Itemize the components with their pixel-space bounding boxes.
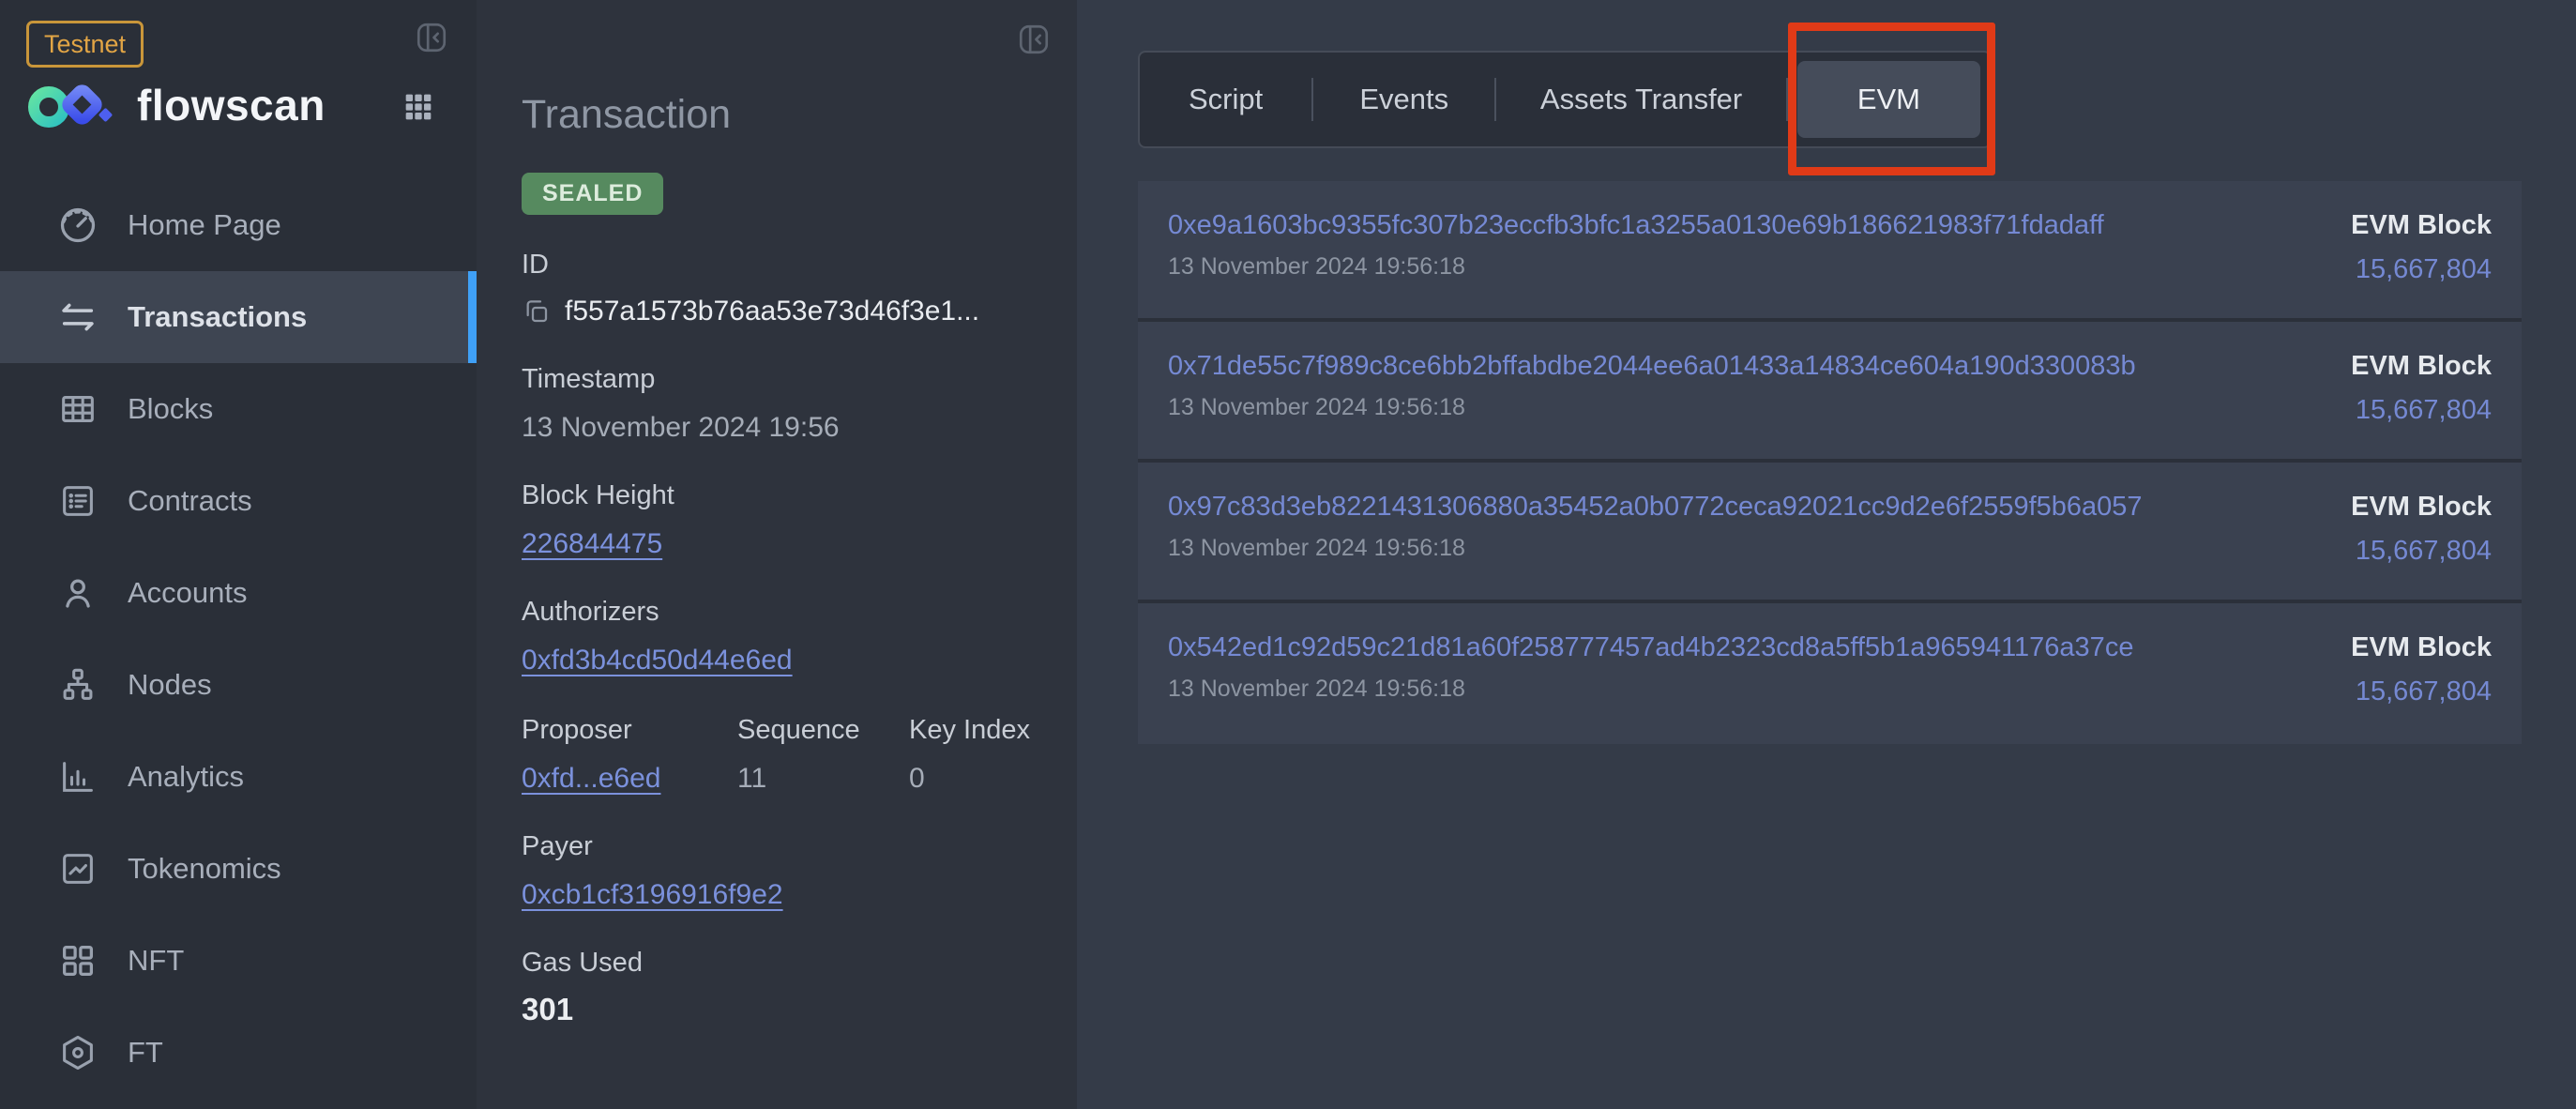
evm-transaction-row[interactable]: 0x97c83d3eb8221431306880a35452a0b0772cec… (1138, 463, 2522, 603)
transfer-arrows-icon (56, 296, 99, 339)
timestamp-value: 13 November 2024 19:56 (522, 410, 1032, 446)
hierarchy-icon (56, 663, 99, 706)
tab-bar: Script Events Assets Transfer EVM (1138, 51, 1992, 148)
sidebar: Testnet flowscan (0, 0, 477, 1109)
sidebar-item-label: NFT (128, 944, 184, 978)
sidebar-item-label: FT (128, 1036, 163, 1070)
sidebar-item-contracts[interactable]: Contracts (0, 455, 477, 547)
sidebar-item-label: Home Page (128, 208, 281, 242)
sidebar-item-transactions[interactable]: Transactions (0, 271, 477, 363)
evm-transaction-hash-link[interactable]: 0x97c83d3eb8221431306880a35452a0b0772cec… (1168, 491, 2143, 523)
evm-block-number-link[interactable]: 15,667,804 (2351, 536, 2492, 567)
network-badge: Testnet (26, 21, 144, 68)
sidebar-item-accounts[interactable]: Accounts (0, 547, 477, 639)
authorizers-label: Authorizers (522, 596, 1032, 628)
copy-icon[interactable] (522, 296, 552, 327)
brand[interactable]: flowscan (26, 75, 326, 135)
sidebar-item-ft[interactable]: FT (0, 1007, 477, 1099)
tab-script[interactable]: Script (1140, 53, 1311, 146)
sidebar-item-label: Analytics (128, 760, 244, 794)
trend-chart-icon (56, 847, 99, 890)
panel-collapse-button[interactable] (1015, 21, 1053, 58)
status-badge: SEALED (522, 173, 663, 215)
evm-transaction-timestamp: 13 November 2024 19:56:18 (1168, 394, 2136, 421)
evm-block-number-link[interactable]: 15,667,804 (2351, 676, 2492, 707)
evm-transaction-hash-link[interactable]: 0x71de55c7f989c8ce6bb2bffabdbe2044ee6a01… (1168, 350, 2136, 382)
panel-collapse-icon (413, 19, 450, 56)
tab-evm[interactable]: EVM (1797, 61, 1980, 138)
proposer-address-link[interactable]: 0xfd...e6ed (522, 763, 660, 794)
tab-assets-transfer[interactable]: Assets Transfer (1496, 53, 1786, 146)
evm-block-label: EVM Block (2351, 209, 2492, 241)
evm-transaction-hash-link[interactable]: 0x542ed1c92d59c21d81a60f258777457ad4b232… (1168, 631, 2133, 663)
evm-row-list: 0xe9a1603bc9355fc307b23eccfb3bfc1a3255a0… (1138, 181, 2522, 744)
tab-divider (1786, 78, 1788, 121)
evm-transaction-row[interactable]: 0xe9a1603bc9355fc307b23eccfb3bfc1a3255a0… (1138, 181, 2522, 322)
evm-transaction-timestamp: 13 November 2024 19:56:18 (1168, 676, 2133, 703)
sidebar-item-blocks[interactable]: Blocks (0, 363, 477, 455)
bar-chart-icon (56, 755, 99, 798)
page-title: Transaction (522, 92, 1032, 138)
key-index-label: Key Index (909, 714, 1030, 746)
sidebar-item-nodes[interactable]: Nodes (0, 639, 477, 731)
evm-block-label: EVM Block (2351, 631, 2492, 663)
sidebar-item-analytics[interactable]: Analytics (0, 731, 477, 823)
main-content: Script Events Assets Transfer EVM 0xe9a1… (1077, 0, 2576, 1109)
payer-address-link[interactable]: 0xcb1cf3196916f9e2 (522, 879, 783, 910)
sidebar-nav: Home Page Transactions (0, 179, 477, 1099)
payer-label: Payer (522, 830, 1032, 862)
grid-table-icon (56, 387, 99, 431)
sidebar-collapse-button[interactable] (413, 19, 450, 56)
gauge-icon (56, 204, 99, 247)
gas-used-label: Gas Used (522, 947, 1032, 979)
evm-block-label: EVM Block (2351, 491, 2492, 523)
sidebar-item-label: Contracts (128, 484, 252, 518)
sidebar-item-tokenomics[interactable]: Tokenomics (0, 823, 477, 915)
sidebar-item-label: Nodes (128, 668, 212, 702)
apps-grid-button[interactable] (400, 88, 437, 126)
evm-transaction-timestamp: 13 November 2024 19:56:18 (1168, 253, 2104, 281)
block-height-label: Block Height (522, 479, 1032, 511)
timestamp-label: Timestamp (522, 363, 1032, 395)
evm-transaction-row[interactable]: 0x71de55c7f989c8ce6bb2bffabdbe2044ee6a01… (1138, 322, 2522, 463)
evm-transaction-hash-link[interactable]: 0xe9a1603bc9355fc307b23eccfb3bfc1a3255a0… (1168, 209, 2104, 241)
flowscan-logo-icon (26, 75, 116, 135)
tab-events[interactable]: Events (1313, 53, 1494, 146)
flowscan-app: Testnet flowscan (0, 0, 2576, 1109)
sidebar-item-nft[interactable]: NFT (0, 915, 477, 1007)
sequence-value: 11 (737, 761, 909, 797)
transaction-id-value: f557a1573b76aa53e73d46f3e1... (565, 294, 979, 329)
panel-collapse-icon (1015, 21, 1053, 58)
gas-used-value: 301 (522, 992, 1032, 1027)
evm-block-label: EVM Block (2351, 350, 2492, 382)
evm-block-number-link[interactable]: 15,667,804 (2351, 395, 2492, 426)
squares-icon (56, 939, 99, 982)
person-icon (56, 571, 99, 615)
block-height-link[interactable]: 226844475 (522, 528, 662, 559)
id-label: ID (522, 249, 1032, 281)
sidebar-item-label: Transactions (128, 300, 307, 334)
apps-grid-icon (400, 88, 437, 126)
evm-transaction-row[interactable]: 0x542ed1c92d59c21d81a60f258777457ad4b232… (1138, 603, 2522, 744)
brand-name: flowscan (137, 80, 326, 130)
sidebar-item-label: Accounts (128, 576, 248, 610)
sidebar-item-label: Blocks (128, 392, 213, 426)
proposer-row: Proposer 0xfd...e6ed Sequence 11 Key Ind… (522, 714, 1032, 797)
sequence-label: Sequence (737, 714, 909, 746)
document-list-icon (56, 479, 99, 523)
evm-transaction-timestamp: 13 November 2024 19:56:18 (1168, 535, 2143, 562)
sidebar-item-home-page[interactable]: Home Page (0, 179, 477, 271)
authorizer-address-link[interactable]: 0xfd3b4cd50d44e6ed (522, 645, 793, 676)
key-index-value: 0 (909, 761, 1030, 797)
cube-icon (56, 1031, 99, 1074)
sidebar-item-label: Tokenomics (128, 852, 281, 886)
proposer-label: Proposer (522, 714, 737, 746)
evm-block-number-link[interactable]: 15,667,804 (2351, 254, 2492, 285)
transaction-detail-panel: Transaction SEALED ID f557a1573b76aa53e7… (477, 0, 1077, 1109)
